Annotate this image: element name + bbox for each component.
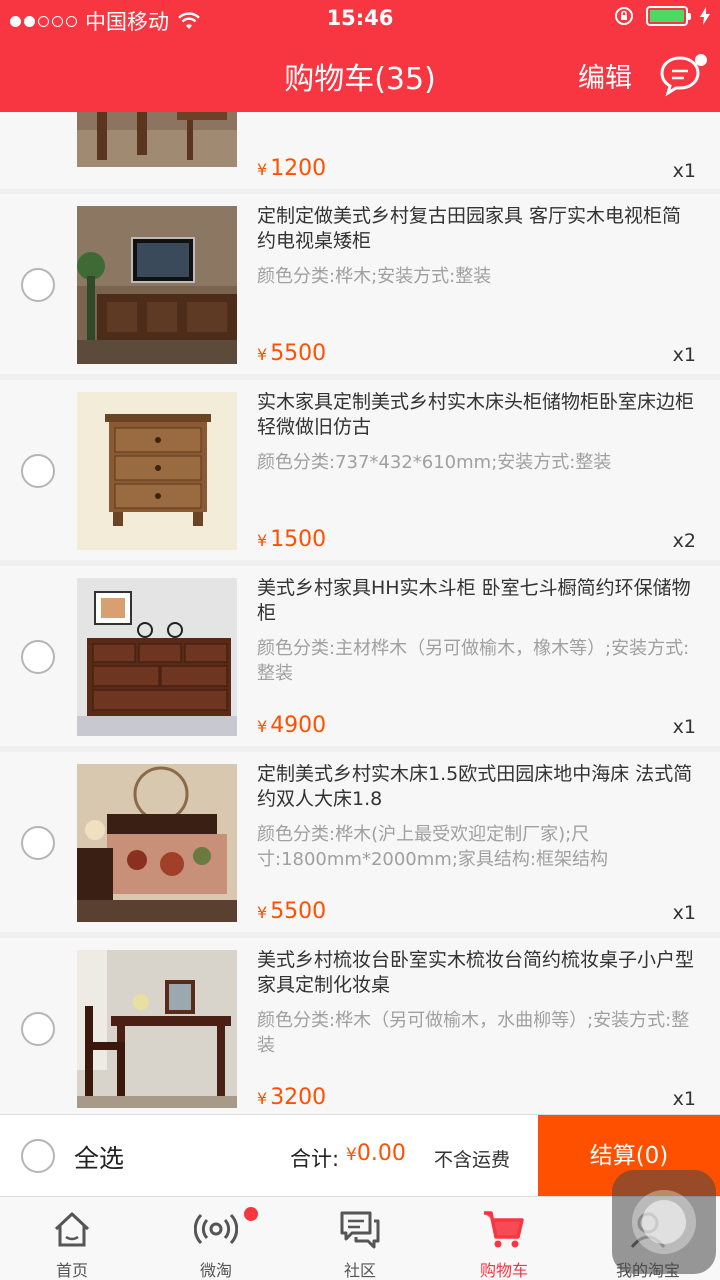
cart-item[interactable]: 美式乡村家具HH实木斗柜 卧室七斗橱简约环保储物柜 颜色分类:主材桦木（另可做榆… [0, 566, 720, 746]
price-value: 3200 [270, 1085, 327, 1110]
item-quantity: x1 [672, 160, 696, 182]
item-price: ¥4900 [257, 713, 326, 738]
item-select-checkbox[interactable] [21, 640, 55, 674]
top-bar: 中国移动 15:46 购物车(35) 编辑 [0, 0, 720, 112]
item-select-checkbox[interactable] [21, 826, 55, 860]
assistive-touch-button[interactable] [612, 1170, 716, 1274]
broadcast-icon [194, 1213, 238, 1245]
price-value: 4900 [270, 713, 327, 738]
item-title[interactable]: 美式乡村梳妆台卧室实木梳妆台简约梳妆桌子小户型家具定制化妆桌 [257, 948, 697, 998]
item-spec: 颜色分类:桦木(沪上最受欢迎定制厂家);尺寸:1800mm*2000mm;家具结… [257, 824, 608, 870]
nav-header: 购物车(35) 编辑 [0, 40, 720, 112]
item-quantity: x1 [672, 1088, 696, 1110]
tab-weitao[interactable]: 微淘 [144, 1197, 288, 1280]
status-bar: 中国移动 15:46 [0, 0, 720, 38]
item-price: ¥3200 [257, 1085, 326, 1110]
battery-icon [646, 6, 691, 26]
notification-dot [244, 1207, 258, 1221]
tab-home[interactable]: 首页 [0, 1197, 144, 1280]
total-label: 合计: [290, 1147, 340, 1171]
message-bubble-icon[interactable] [660, 52, 708, 98]
item-quantity: x1 [672, 344, 696, 366]
community-icon [340, 1211, 380, 1249]
select-all-label[interactable]: 全选 [74, 1139, 124, 1175]
product-image[interactable] [77, 950, 237, 1108]
item-quantity: x1 [672, 716, 696, 738]
tab-cart[interactable]: 购物车 [432, 1197, 576, 1280]
item-title[interactable]: 美式乡村家具HH实木斗柜 卧室七斗橱简约环保储物柜 [257, 576, 697, 626]
product-image[interactable] [77, 392, 237, 550]
price-value: 1500 [270, 527, 327, 552]
cart-item[interactable]: 定制美式乡村实木床1.5欧式田园床地中海床 法式简约双人大床1.8 颜色分类:桦… [0, 752, 720, 932]
item-select-checkbox[interactable] [21, 454, 55, 488]
price-value: 5500 [270, 341, 327, 366]
item-spec: 颜色分类:737*432*610mm;安装方式:整装 [257, 452, 612, 473]
product-image[interactable] [77, 206, 237, 364]
price-value: 1200 [270, 156, 327, 181]
item-quantity: x2 [672, 530, 696, 552]
currency-symbol: ¥ [257, 345, 268, 364]
item-quantity: x1 [672, 902, 696, 924]
product-image[interactable] [77, 112, 237, 167]
item-title[interactable]: 实木家具定制美式乡村实木床头柜储物柜卧室床边柜轻微做旧仿古 [257, 390, 697, 440]
select-all-checkbox[interactable] [21, 1139, 55, 1173]
total-value: 0.00 [356, 1141, 406, 1166]
item-spec: 颜色分类:桦木（另可做榆木，水曲柳等）;安装方式:整装 [257, 1010, 690, 1056]
cart-summary-bar: 全选 合计: ¥0.00 不含运费 结算(0) [0, 1114, 720, 1197]
tab-label: 购物车 [479, 1261, 528, 1280]
item-title[interactable]: 定制定做美式乡村复古田园家具 客厅实木电视柜简约电视桌矮柜 [257, 204, 697, 254]
tab-label: 首页 [55, 1261, 88, 1280]
tab-label: 社区 [343, 1261, 376, 1280]
currency-symbol: ¥ [257, 1089, 268, 1108]
cart-item[interactable]: 定制定做美式乡村复古田园家具 客厅实木电视柜简约电视桌矮柜 颜色分类:桦木;安装… [0, 194, 720, 374]
edit-button[interactable]: 编辑 [578, 56, 632, 95]
tab-label: 微淘 [199, 1261, 232, 1280]
rotation-lock-icon [615, 7, 633, 25]
product-image[interactable] [77, 578, 237, 736]
product-image[interactable] [77, 764, 237, 922]
item-select-checkbox[interactable] [21, 268, 55, 302]
currency-symbol: ¥ [346, 1145, 357, 1165]
clock: 15:46 [326, 6, 394, 30]
charging-icon [700, 7, 710, 25]
currency-symbol: ¥ [257, 160, 268, 179]
cart-item[interactable]: ¥1200 x1 [0, 112, 720, 189]
total-amount: ¥0.00 [346, 1141, 406, 1166]
cart-icon [484, 1211, 524, 1248]
shipping-note: 不含运费 [434, 1149, 511, 1171]
item-title[interactable]: 定制美式乡村实木床1.5欧式田园床地中海床 法式简约双人大床1.8 [257, 762, 697, 812]
cart-item[interactable]: 实木家具定制美式乡村实木床头柜储物柜卧室床边柜轻微做旧仿古 颜色分类:737*4… [0, 380, 720, 560]
item-price: ¥1200 [257, 156, 326, 181]
cart-list[interactable]: ¥1200 x1 定制定做美式乡村复古田园家具 客厅实木电视柜简约电视桌矮柜 颜… [0, 112, 720, 1114]
currency-symbol: ¥ [257, 903, 268, 922]
currency-symbol: ¥ [257, 531, 268, 550]
item-price: ¥5500 [257, 341, 326, 366]
price-value: 5500 [270, 899, 327, 924]
tab-community[interactable]: 社区 [288, 1197, 432, 1280]
item-spec: 颜色分类:主材桦木（另可做榆木，橡木等）;安装方式:整装 [257, 638, 690, 684]
item-price: ¥1500 [257, 527, 326, 552]
item-spec: 颜色分类:桦木;安装方式:整装 [257, 266, 492, 287]
item-select-checkbox[interactable] [21, 1012, 55, 1046]
item-price: ¥5500 [257, 899, 326, 924]
currency-symbol: ¥ [257, 717, 268, 736]
home-icon [54, 1212, 90, 1247]
cart-item[interactable]: 美式乡村梳妆台卧室实木梳妆台简约梳妆桌子小户型家具定制化妆桌 颜色分类:桦木（另… [0, 938, 720, 1114]
